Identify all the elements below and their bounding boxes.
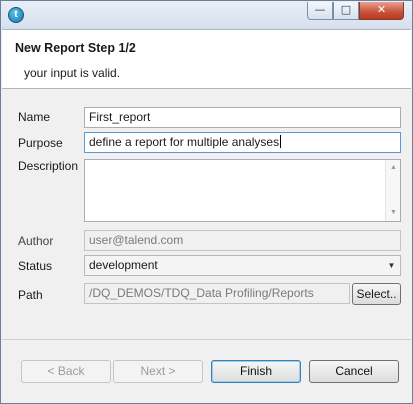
purpose-label: Purpose xyxy=(18,136,63,150)
minimize-icon: — xyxy=(314,3,326,16)
status-value: development xyxy=(89,258,158,272)
validation-message: your input is valid. xyxy=(24,66,121,80)
text-caret xyxy=(280,135,282,148)
talend-icon: t xyxy=(8,7,24,23)
purpose-value: define a report for multiple analyses xyxy=(89,135,280,149)
finish-button[interactable]: Finish xyxy=(211,360,301,383)
maximize-icon: □ xyxy=(340,3,352,16)
description-textarea[interactable]: ▲ ▼ xyxy=(84,159,401,222)
author-field: user@talend.com xyxy=(84,230,401,251)
new-report-dialog: t — □ ✕ New Report Step 1/2 your input i… xyxy=(0,0,413,404)
path-field: /DQ_DEMOS/TDQ_Data Profiling/Reports xyxy=(84,283,350,304)
author-label: Author xyxy=(18,234,54,248)
name-field[interactable]: First_report xyxy=(84,107,401,128)
scroll-up-icon[interactable]: ▲ xyxy=(390,164,397,171)
maximize-button[interactable]: □ xyxy=(333,2,359,20)
name-label: Name xyxy=(18,110,51,124)
path-label: Path xyxy=(18,288,43,302)
minimize-button[interactable]: — xyxy=(307,2,333,20)
cancel-button[interactable]: Cancel xyxy=(309,360,399,383)
close-button[interactable]: ✕ xyxy=(359,2,404,20)
scroll-down-icon[interactable]: ▼ xyxy=(390,209,397,216)
status-select[interactable]: development ▼ xyxy=(84,255,401,276)
select-path-button[interactable]: Select.. xyxy=(352,283,401,305)
description-scrollbar[interactable]: ▲ ▼ xyxy=(385,160,400,221)
status-label: Status xyxy=(18,259,53,273)
page-title: New Report Step 1/2 xyxy=(15,41,136,55)
chevron-down-icon[interactable]: ▼ xyxy=(383,256,400,275)
button-bar: < Back Next > Finish Cancel xyxy=(2,340,411,403)
back-button[interactable]: < Back xyxy=(21,360,111,383)
purpose-field[interactable]: define a report for multiple analyses xyxy=(84,132,401,153)
wizard-header: New Report Step 1/2 your input is valid. xyxy=(2,29,411,89)
title-bar[interactable]: t — □ ✕ xyxy=(1,1,412,29)
next-button[interactable]: Next > xyxy=(113,360,203,383)
description-label: Description xyxy=(18,159,79,173)
close-icon: ✕ xyxy=(376,3,387,16)
